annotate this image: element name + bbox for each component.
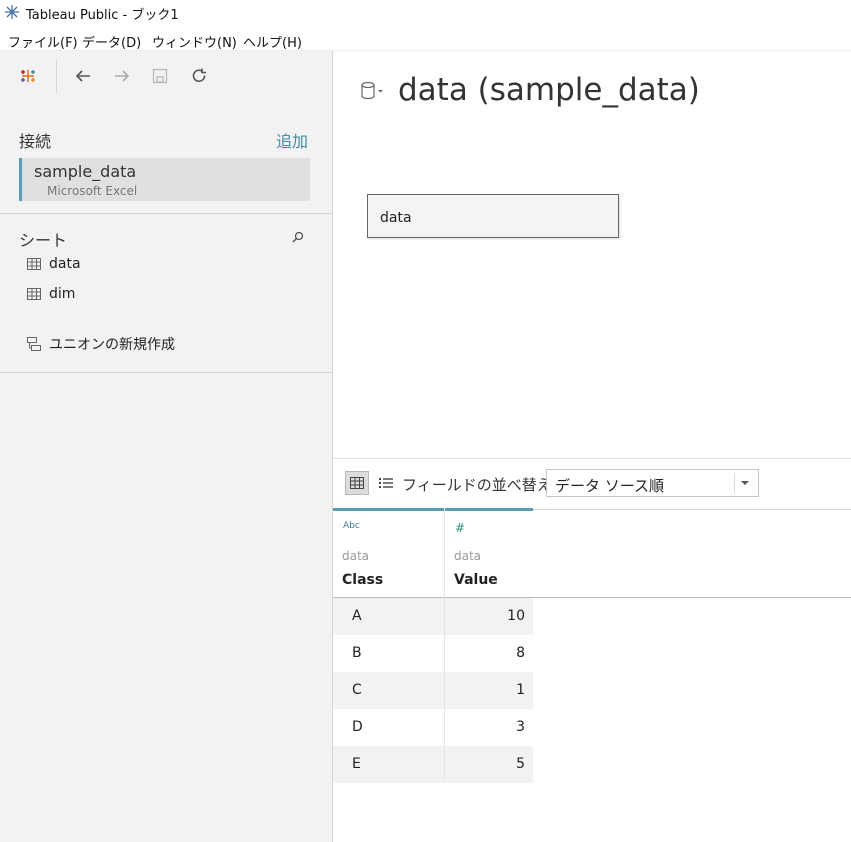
cell-class: B xyxy=(352,645,362,661)
table-row: A 10 xyxy=(333,598,533,635)
new-union-label: ユニオンの新規作成 xyxy=(49,337,175,353)
table-row: B 8 xyxy=(333,635,533,672)
divider xyxy=(0,372,332,373)
menu-help[interactable]: ヘルプ(H) xyxy=(243,32,302,51)
column-name: Value xyxy=(454,572,498,588)
back-arrow-icon[interactable] xyxy=(72,65,94,87)
save-icon[interactable] xyxy=(149,65,171,87)
sort-fields-label: フィールドの並べ替え xyxy=(402,476,552,494)
cell-class: E xyxy=(352,756,361,772)
datasource-cylinder-icon[interactable] xyxy=(360,80,386,102)
table-row: C 1 xyxy=(333,672,533,709)
cell-class: D xyxy=(352,719,363,735)
connection-item-sample-data[interactable]: sample_data Microsoft Excel xyxy=(19,158,310,201)
tableau-logo-icon[interactable] xyxy=(17,65,39,87)
select-divider xyxy=(734,473,735,493)
cell-class: C xyxy=(352,682,362,698)
sheet-item-dim[interactable]: dim xyxy=(27,283,75,305)
list-view-icon xyxy=(379,478,393,488)
connection-type: Microsoft Excel xyxy=(47,184,138,198)
sort-select-value: データ ソース順 xyxy=(555,477,665,495)
cell-value: 5 xyxy=(516,756,525,772)
tableau-app-icon xyxy=(5,5,19,19)
data-source-sidebar: 接続 追加 sample_data Microsoft Excel シート da… xyxy=(0,51,333,842)
cell-value: 3 xyxy=(516,719,525,735)
sheets-heading: シート xyxy=(19,231,68,250)
number-type-icon[interactable]: # xyxy=(455,521,465,535)
add-connection-link[interactable]: 追加 xyxy=(276,128,308,152)
table-icon xyxy=(27,288,41,300)
search-icon[interactable] xyxy=(291,230,305,244)
cell-value: 10 xyxy=(507,608,525,624)
cell-class: A xyxy=(352,608,362,624)
datasource-title[interactable]: data (sample_data) xyxy=(398,72,700,108)
union-icon xyxy=(27,337,41,351)
forward-arrow-icon[interactable] xyxy=(111,65,133,87)
table-icon xyxy=(27,258,41,270)
table-chip-label: data xyxy=(380,210,412,226)
table-row: D 3 xyxy=(333,709,533,746)
grid-view-button[interactable] xyxy=(345,471,369,495)
column-source: data xyxy=(454,549,482,563)
chevron-down-icon xyxy=(741,481,749,485)
menu-file[interactable]: ファイル(F) xyxy=(8,32,78,51)
sort-order-select[interactable]: データ ソース順 xyxy=(546,469,759,497)
refresh-icon[interactable] xyxy=(188,65,210,87)
divider xyxy=(0,213,332,214)
sheet-item-data[interactable]: data xyxy=(27,253,81,275)
table-chip-data[interactable]: data xyxy=(367,194,619,238)
menu-bar: ファイル(F) データ(D) ウィンドウ(N) ヘルプ(H) xyxy=(0,26,851,51)
grid-toolbar: フィールドの並べ替え データ ソース順 xyxy=(333,458,851,510)
connection-name: sample_data xyxy=(34,162,137,181)
list-view-button[interactable] xyxy=(375,471,397,495)
column-name: Class xyxy=(342,572,384,588)
toolbar-separator xyxy=(56,60,57,94)
new-union-item[interactable]: ユニオンの新規作成 xyxy=(27,333,175,355)
column-source: data xyxy=(342,549,370,563)
column-separator xyxy=(444,511,445,782)
table-row: E 5 xyxy=(333,746,533,783)
connections-heading: 接続 xyxy=(19,132,52,151)
window-title: Tableau Public - ブック1 xyxy=(26,8,179,23)
sheet-label: dim xyxy=(49,286,76,302)
column-header-value[interactable]: # data Value xyxy=(445,508,533,597)
menu-window[interactable]: ウィンドウ(N) xyxy=(152,32,237,51)
cell-value: 8 xyxy=(516,645,525,661)
sheet-label: data xyxy=(49,256,81,272)
string-type-icon[interactable]: Abc xyxy=(343,521,360,531)
menu-data[interactable]: データ(D) xyxy=(82,32,141,51)
title-bar: Tableau Public - ブック1 xyxy=(0,0,851,24)
column-header-class[interactable]: Abc data Class xyxy=(333,508,444,597)
cell-value: 1 xyxy=(516,682,525,698)
grid-view-icon xyxy=(350,477,364,489)
